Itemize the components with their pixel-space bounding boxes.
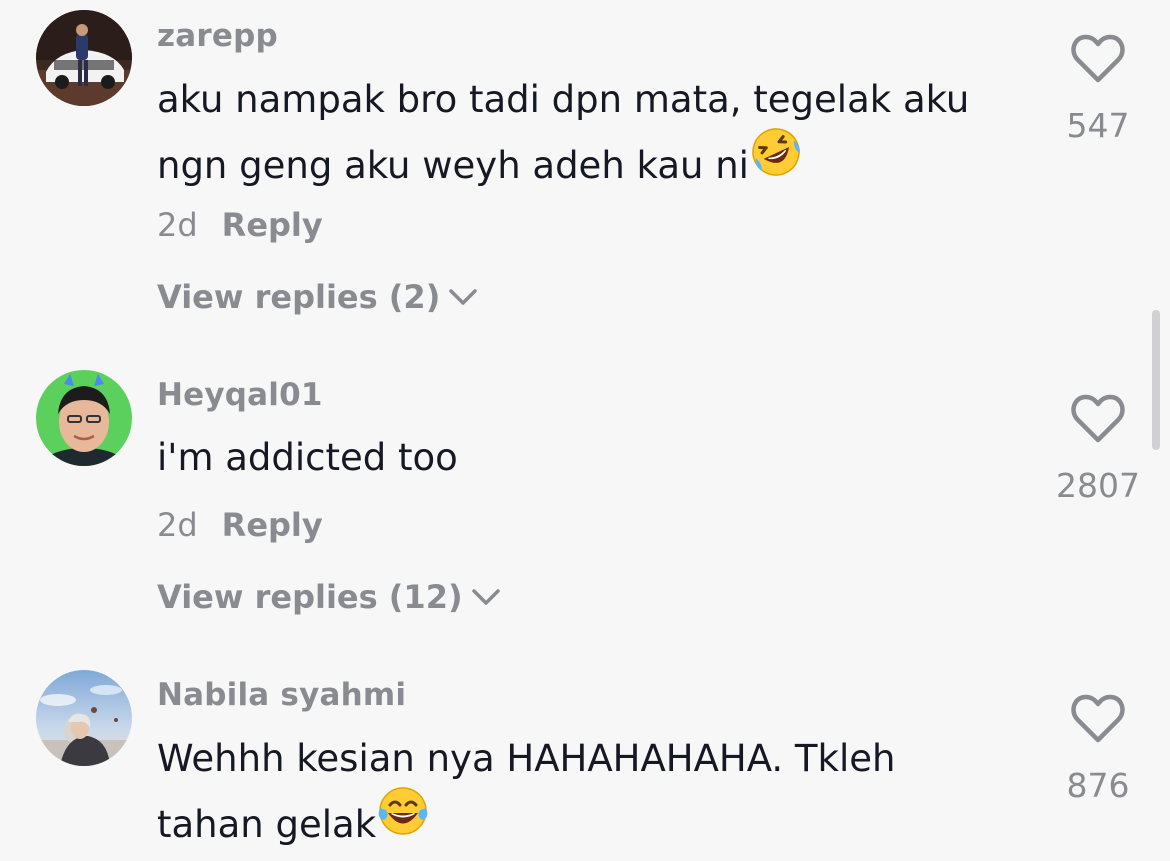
avatar[interactable]: [36, 670, 132, 766]
like-button[interactable]: 2807: [1038, 394, 1158, 505]
comment-text-line: tahan gelak: [157, 787, 1037, 859]
comment-text-line: i'm addicted too: [157, 436, 458, 479]
avatar[interactable]: [36, 10, 132, 106]
comment-text-line: Wehhh kesian nya HAHAHAHAHA. Tkleh: [157, 737, 896, 780]
like-count: 547: [1066, 106, 1130, 145]
like-button[interactable]: 547: [1038, 34, 1158, 145]
comment-item: Heyqal01 i'm addicted too 2d Reply View r…: [0, 340, 1170, 640]
scrollbar[interactable]: [1152, 310, 1160, 450]
heart-outline-icon: [1071, 34, 1125, 83]
comment-text-segment: tahan gelak: [157, 803, 377, 846]
view-replies-button[interactable]: View replies (2): [157, 278, 478, 316]
rolling-on-floor-laughing-emoji: [749, 125, 803, 200]
reply-button[interactable]: Reply: [222, 506, 323, 544]
comment-item: zarepp aku nampak bro tadi dpn mata, teg…: [0, 0, 1170, 340]
comment-text-segment: ngn geng aku weyh adeh kau ni: [157, 144, 749, 187]
chevron-down-icon: [471, 589, 500, 605]
like-count: 2807: [1056, 466, 1140, 505]
comment-username[interactable]: Heyqal01: [157, 377, 323, 413]
chevron-down-icon: [449, 289, 478, 305]
comment-username[interactable]: Nabila syahmi: [157, 677, 406, 713]
comment-meta: 2d Reply: [157, 206, 323, 244]
comment-text-line: ngn geng aku weyh adeh kau ni: [157, 128, 1037, 200]
heart-outline-icon: [1071, 694, 1125, 743]
view-replies-label: View replies (12): [157, 578, 463, 616]
view-replies-button[interactable]: View replies (12): [157, 578, 501, 616]
avatar[interactable]: [36, 370, 132, 466]
comment-text-line: aku nampak bro tadi dpn mata, tegelak ak…: [157, 78, 970, 121]
comment-timestamp: 2d: [157, 506, 198, 544]
comment-text: Wehhh kesian nya HAHAHAHAHA. Tkleh tahan…: [157, 726, 1037, 859]
comment-timestamp: 2d: [157, 206, 198, 244]
comment-text: aku nampak bro tadi dpn mata, tegelak ak…: [157, 67, 1037, 200]
comment-meta: 2d Reply: [157, 506, 323, 544]
comment-username[interactable]: zarepp: [157, 18, 278, 54]
face-with-tears-of-joy-emoji: [376, 784, 430, 859]
view-replies-label: View replies (2): [157, 278, 441, 316]
like-button[interactable]: 876: [1038, 694, 1158, 805]
reply-button[interactable]: Reply: [222, 206, 323, 244]
like-count: 876: [1066, 766, 1130, 805]
comment-item: Nabila syahmi Wehhh kesian nya HAHAHAHAH…: [0, 640, 1170, 861]
heart-outline-icon: [1071, 394, 1125, 443]
comment-text: i'm addicted too: [157, 425, 1037, 491]
